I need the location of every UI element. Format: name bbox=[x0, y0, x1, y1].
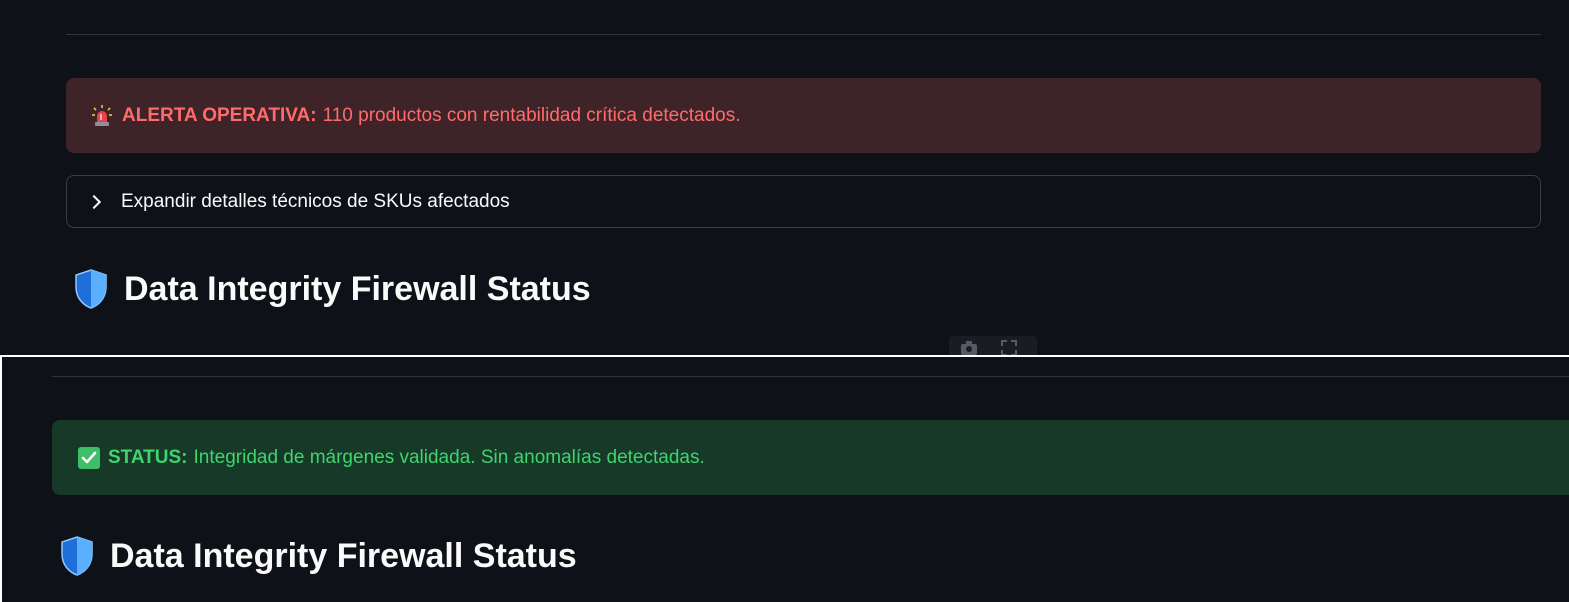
error-alert: ALERTA OPERATIVA: 110 productos con rent… bbox=[66, 78, 1541, 153]
fullscreen-icon[interactable] bbox=[999, 338, 1019, 355]
check-icon bbox=[78, 446, 100, 469]
divider bbox=[66, 34, 1541, 35]
camera-icon[interactable] bbox=[959, 338, 979, 355]
status-label: STATUS: bbox=[108, 446, 188, 468]
sku-details-expander[interactable]: Expandir detalles técnicos de SKUs afect… bbox=[66, 175, 1541, 228]
page-heading: Data Integrity Firewall Status bbox=[60, 533, 577, 579]
alert-label: ALERTA OPERATIVA: bbox=[122, 104, 317, 126]
chart-toolbar bbox=[949, 336, 1037, 355]
expander-label: Expandir detalles técnicos de SKUs afect… bbox=[121, 190, 510, 212]
top-panel: ALERTA OPERATIVA: 110 productos con rent… bbox=[0, 0, 1569, 355]
heading-text: Data Integrity Firewall Status bbox=[124, 269, 591, 308]
heading-text: Data Integrity Firewall Status bbox=[110, 536, 577, 575]
divider bbox=[52, 376, 1569, 377]
alert-message: 110 productos con rentabilidad crítica d… bbox=[322, 104, 741, 126]
siren-icon bbox=[92, 104, 112, 127]
status-message: Integridad de márgenes validada. Sin ano… bbox=[193, 446, 705, 468]
shield-icon bbox=[60, 536, 110, 576]
page-heading: Data Integrity Firewall Status bbox=[74, 266, 591, 312]
bottom-panel: STATUS: Integridad de márgenes validada.… bbox=[0, 355, 1569, 602]
shield-icon bbox=[74, 269, 124, 309]
success-alert: STATUS: Integridad de márgenes validada.… bbox=[52, 420, 1569, 495]
chevron-right-icon bbox=[86, 194, 102, 209]
